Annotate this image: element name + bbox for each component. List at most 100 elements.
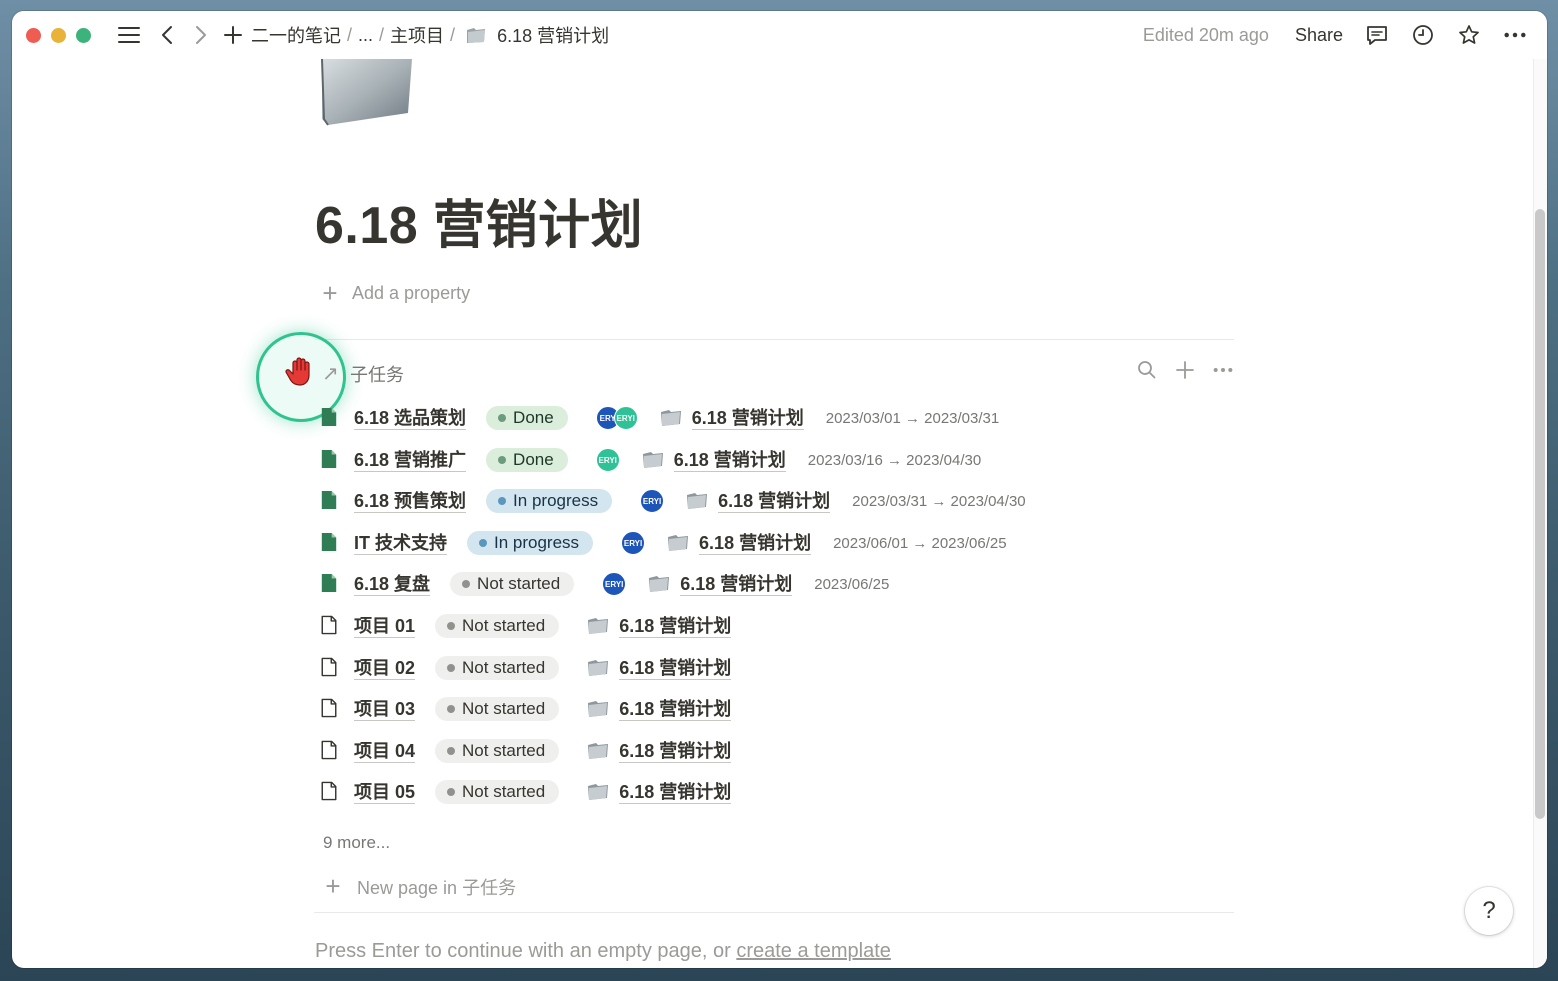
row-title[interactable]: 项目 01: [354, 615, 416, 638]
page-title[interactable]: 6.18 营销计划: [315, 183, 643, 258]
forward-icon[interactable]: [191, 25, 211, 45]
date-range[interactable]: 2023/06/01 → 2023/06/25: [833, 535, 1006, 552]
arrow-up-right-icon[interactable]: ↗: [322, 361, 339, 386]
breadcrumb: 二一的笔记 / ... / 主项目 / 6.18 营销计划: [251, 22, 609, 48]
search-icon[interactable]: [1136, 359, 1158, 381]
status-badge[interactable]: Not started: [435, 780, 560, 804]
maximize-window-button[interactable]: [76, 27, 91, 43]
parent-relation[interactable]: 6.18 营销计划: [648, 573, 793, 596]
status-label: Not started: [462, 782, 546, 801]
avatar: ERYI: [621, 531, 646, 555]
breadcrumb-item[interactable]: 二一的笔记: [251, 22, 341, 48]
table-row[interactable]: 项目 02 Not started 6.18 营销计划: [320, 651, 753, 685]
parent-relation[interactable]: 6.18 营销计划: [587, 781, 732, 804]
table-row[interactable]: IT 技术支持 In progress ERYI 6.18 营销计划 2023/06/0…: [320, 526, 1007, 560]
more-icon[interactable]: [1212, 359, 1234, 381]
relation-name: 6.18 营销计划: [619, 740, 732, 763]
menu-icon[interactable]: [117, 26, 141, 44]
table-row[interactable]: 6.18 复盘 Not started ERYI 6.18 营销计划 2023/06/2…: [320, 567, 889, 601]
date-range[interactable]: 2023/03/31 → 2023/04/30: [852, 493, 1025, 510]
table-row[interactable]: 项目 04 Not started 6.18 营销计划: [320, 734, 753, 768]
date-range[interactable]: 2023/03/16 → 2023/04/30: [808, 452, 981, 469]
scrollbar-thumb[interactable]: [1535, 209, 1545, 819]
plus-icon[interactable]: [223, 25, 243, 45]
page-icon-folder[interactable]: [318, 59, 414, 127]
new-page-button[interactable]: + New page in 子任务: [323, 871, 516, 902]
breadcrumb-current[interactable]: 6.18 营销计划: [497, 22, 609, 48]
status-badge[interactable]: Not started: [435, 739, 560, 763]
status-dot: [447, 664, 456, 672]
row-title[interactable]: IT 技术支持: [354, 532, 447, 555]
status-dot: [498, 414, 507, 422]
folder-icon: [587, 700, 609, 718]
status-badge[interactable]: In progress: [467, 531, 594, 555]
parent-relation[interactable]: 6.18 营销计划: [686, 490, 831, 513]
create-template-link[interactable]: create a template: [736, 940, 891, 962]
row-title[interactable]: 6.18 预售策划: [354, 490, 467, 513]
table-row[interactable]: 6.18 选品策划 Done ERY ERYI 6.18 营销计划 2023/03/01 …: [320, 401, 999, 435]
assignee-avatars[interactable]: ERY ERYI: [595, 406, 638, 430]
breadcrumb-separator: /: [347, 24, 353, 45]
table-row[interactable]: 项目 03 Not started 6.18 营销计划: [320, 692, 753, 726]
load-more-link[interactable]: 9 more...: [323, 833, 390, 853]
more-icon[interactable]: [1503, 23, 1527, 47]
assignee-avatars[interactable]: ERYI: [621, 531, 646, 555]
status-badge[interactable]: Not started: [450, 572, 575, 596]
comment-icon[interactable]: [1365, 23, 1389, 47]
parent-relation[interactable]: 6.18 营销计划: [587, 615, 732, 638]
date-range[interactable]: 2023/06/25: [814, 576, 889, 593]
assignee-avatars[interactable]: ERYI: [595, 448, 620, 472]
folder-icon: [667, 534, 689, 552]
add-row-icon[interactable]: [1174, 359, 1196, 381]
status-badge[interactable]: Not started: [435, 614, 560, 638]
row-title[interactable]: 项目 05: [354, 781, 416, 804]
parent-relation[interactable]: 6.18 营销计划: [642, 449, 786, 472]
empty-page-hint: Press Enter to continue with an empty pa…: [315, 940, 891, 963]
parent-relation[interactable]: 6.18 营销计划: [660, 407, 804, 430]
parent-relation[interactable]: 6.18 营销计划: [587, 698, 732, 721]
share-button[interactable]: Share: [1295, 25, 1343, 46]
folder-icon: [587, 617, 609, 635]
database-title[interactable]: 子任务: [350, 361, 404, 387]
table-row[interactable]: 6.18 营销推广 Done ERYI 6.18 营销计划 2023/03/16 → 2…: [320, 443, 981, 477]
close-window-button[interactable]: [26, 27, 41, 43]
parent-relation[interactable]: 6.18 营销计划: [587, 740, 732, 763]
breadcrumb-item[interactable]: ...: [358, 25, 373, 46]
table-row[interactable]: 项目 05 Not started 6.18 营销计划: [320, 775, 753, 809]
table-row[interactable]: 项目 01 Not started 6.18 营销计划: [320, 609, 753, 643]
row-title[interactable]: 6.18 选品策划: [354, 407, 467, 430]
status-badge[interactable]: Not started: [435, 697, 560, 721]
table-row[interactable]: 6.18 预售策划 In progress ERYI 6.18 营销计划 2023/03…: [320, 484, 1026, 518]
back-icon[interactable]: [157, 25, 177, 45]
status-badge[interactable]: In progress: [486, 489, 613, 513]
page-filled-icon: [320, 449, 340, 471]
scrollbar-track[interactable]: [1533, 59, 1547, 968]
parent-relation[interactable]: 6.18 营销计划: [587, 657, 732, 680]
status-badge[interactable]: Not started: [435, 656, 560, 680]
relation-name: 6.18 营销计划: [718, 490, 831, 513]
row-title[interactable]: 6.18 营销推广: [354, 449, 467, 472]
row-title[interactable]: 项目 04: [354, 740, 416, 763]
plus-icon: +: [322, 278, 338, 308]
assignee-avatars[interactable]: ERYI: [602, 572, 627, 596]
status-badge[interactable]: Done: [486, 406, 568, 430]
status-badge[interactable]: Done: [486, 448, 568, 472]
row-title[interactable]: 项目 03: [354, 698, 416, 721]
add-property-button[interactable]: + Add a property: [320, 278, 470, 309]
edited-timestamp: Edited 20m ago: [1142, 24, 1269, 45]
assignee-avatars[interactable]: ERYI: [640, 489, 665, 513]
breadcrumb-item[interactable]: 主项目: [390, 22, 444, 48]
status-dot: [447, 705, 456, 713]
star-icon[interactable]: [1457, 23, 1481, 47]
avatar: ERYI: [595, 448, 620, 472]
date-range[interactable]: 2023/03/01 → 2023/03/31: [826, 410, 999, 427]
parent-relation[interactable]: 6.18 营销计划: [667, 532, 812, 555]
page-filled-icon: [320, 573, 340, 595]
row-title[interactable]: 项目 02: [354, 657, 416, 680]
help-button[interactable]: ?: [1465, 887, 1513, 935]
row-title[interactable]: 6.18 复盘: [354, 573, 431, 596]
clock-icon[interactable]: [1411, 23, 1435, 47]
page-filled-icon: [320, 532, 340, 554]
status-label: Not started: [462, 699, 546, 718]
minimize-window-button[interactable]: [51, 27, 66, 43]
